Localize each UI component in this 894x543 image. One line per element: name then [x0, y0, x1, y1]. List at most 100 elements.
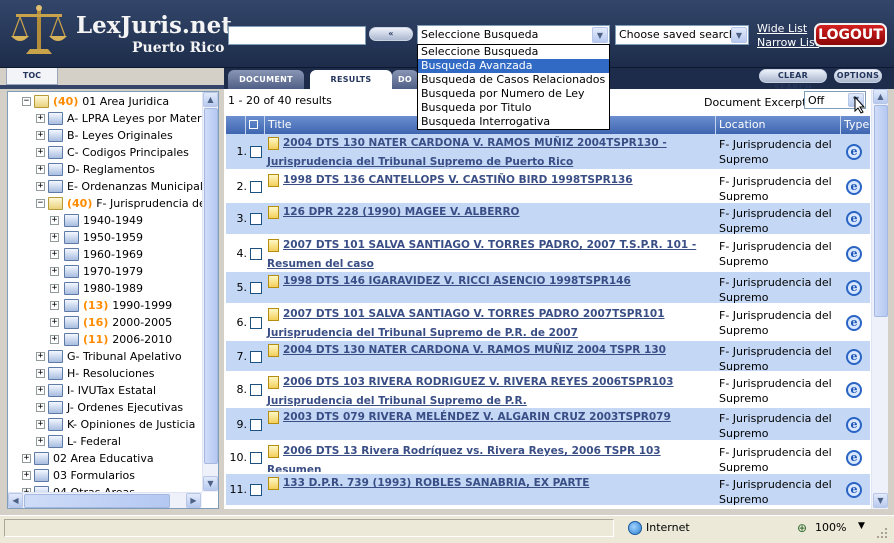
result-title-link[interactable]: 133 D.P.R. 739 (1993) ROBLES SANABRIA, E…: [267, 474, 715, 493]
row-checkbox[interactable]: [250, 282, 262, 294]
tree-item[interactable]: − (40) 01 Area Juridica: [8, 93, 202, 110]
expand-icon[interactable]: +: [22, 471, 31, 480]
tree-item[interactable]: + I- IVUTax Estatal: [8, 382, 202, 399]
tree-item[interactable]: + B- Leyes Originales: [8, 127, 202, 144]
result-title-link[interactable]: 1998 DTS 136 CANTELLOPS V. CASTIÑO BIRD …: [267, 171, 715, 190]
expand-icon[interactable]: +: [50, 335, 59, 344]
tab-results[interactable]: RESULTS: [310, 70, 392, 89]
result-title-text[interactable]: 2004 DTS 130 NATER CARDONA V. RAMOS MUÑI…: [267, 137, 667, 168]
row-checkbox[interactable]: [250, 451, 262, 464]
tab-more[interactable]: DO: [392, 70, 418, 89]
tab-document[interactable]: DOCUMENT: [228, 70, 304, 89]
web-document-icon[interactable]: e: [846, 245, 862, 262]
web-document-icon[interactable]: e: [846, 416, 862, 433]
dropdown-option[interactable]: Busqueda Interrogativa: [418, 115, 609, 129]
result-title-link[interactable]: 126 DPR 228 (1990) MAGEE V. ALBERRO: [267, 203, 715, 222]
collapse-icon[interactable]: −: [36, 199, 45, 208]
dropdown-option[interactable]: Busqueda por Titulo: [418, 101, 609, 115]
expand-icon[interactable]: +: [36, 420, 45, 429]
chevron-down-icon[interactable]: ▼: [858, 521, 865, 531]
result-title-text[interactable]: 2004 DTS 130 NATER CARDONA V. RAMOS MUÑI…: [283, 344, 666, 356]
expand-icon[interactable]: +: [50, 301, 59, 310]
row-checkbox[interactable]: [250, 213, 262, 225]
tree-item[interactable]: +04 Otras Areas: [8, 484, 202, 492]
type-cell[interactable]: e: [846, 144, 864, 162]
tree-item[interactable]: +1940-1949: [8, 212, 202, 229]
type-cell[interactable]: e: [846, 382, 864, 400]
web-document-icon[interactable]: e: [846, 178, 862, 195]
result-title-link[interactable]: 2004 DTS 130 NATER CARDONA V. RAMOS MUÑI…: [267, 134, 715, 169]
expand-icon[interactable]: +: [36, 131, 45, 140]
scroll-left-icon[interactable]: ◀: [8, 493, 23, 508]
result-title-text[interactable]: 2003 DTS 079 RIVERA MELÉNDEZ V. ALGARIN …: [283, 411, 671, 423]
result-title-text[interactable]: 2006 DTS 103 RIVERA RODRIGUEZ V. RIVERA …: [267, 376, 673, 406]
dropdown-option[interactable]: Busqueda por Numero de Ley: [418, 87, 609, 101]
expand-icon[interactable]: +: [36, 352, 45, 361]
narrow-list-link[interactable]: Narrow List: [757, 36, 819, 49]
zoom-level[interactable]: 100%: [815, 521, 846, 534]
row-checkbox[interactable]: [250, 180, 262, 193]
scroll-up-icon[interactable]: ▲: [873, 89, 888, 104]
options-button[interactable]: OPTIONS: [834, 69, 882, 83]
web-document-icon[interactable]: e: [846, 449, 862, 466]
tree-item[interactable]: + J- Ordenes Ejecutivas: [8, 399, 202, 416]
saved-search-select[interactable]: Choose saved search ▼: [615, 25, 749, 45]
tree-item[interactable]: +1970-1979: [8, 263, 202, 280]
tree-vertical-scrollbar[interactable]: ▲ ▼: [202, 92, 218, 492]
wide-list-link[interactable]: Wide List: [757, 22, 807, 35]
tree-item[interactable]: + A- LPRA Leyes por Materias: [8, 110, 202, 127]
type-cell[interactable]: e: [846, 178, 864, 197]
row-checkbox[interactable]: [250, 350, 262, 363]
tree-item[interactable]: +1980-1989: [8, 280, 202, 297]
expand-icon[interactable]: +: [36, 114, 45, 123]
type-cell[interactable]: e: [846, 416, 864, 435]
web-document-icon[interactable]: e: [846, 314, 862, 331]
expand-icon[interactable]: +: [50, 318, 59, 327]
result-title-text[interactable]: 133 D.P.R. 739 (1993) ROBLES SANABRIA, E…: [283, 477, 589, 489]
web-document-icon[interactable]: e: [846, 348, 862, 365]
type-cell[interactable]: e: [846, 449, 864, 468]
row-checkbox[interactable]: [250, 418, 262, 431]
results-vertical-scrollbar[interactable]: ▲ ▼: [871, 89, 888, 509]
tree-item[interactable]: + (11) 2006-2010: [8, 331, 202, 348]
tree-item[interactable]: + D- Reglamentos: [8, 161, 202, 178]
chevron-down-icon[interactable]: ▼: [731, 27, 747, 43]
expand-icon[interactable]: +: [22, 454, 31, 463]
scroll-thumb[interactable]: [24, 494, 170, 508]
resize-grip-icon[interactable]: [876, 527, 888, 539]
result-title-text[interactable]: 126 DPR 228 (1990) MAGEE V. ALBERRO: [283, 206, 519, 218]
tree-item[interactable]: + L- Federal: [8, 433, 202, 450]
tree-horizontal-scrollbar[interactable]: ◀ ▶: [8, 492, 202, 508]
tree-item[interactable]: +1960-1969: [8, 246, 202, 263]
result-title-link[interactable]: 2004 DTS 130 NATER CARDONA V. RAMOS MUÑI…: [267, 341, 715, 360]
result-title-link[interactable]: 2007 DTS 101 SALVA SANTIAGO V. TORRES PA…: [267, 305, 715, 339]
result-title-text[interactable]: 2006 DTS 13 Rivera Rodríquez vs. Rivera …: [267, 445, 661, 472]
expand-icon[interactable]: +: [36, 182, 45, 191]
type-cell[interactable]: e: [846, 482, 864, 500]
tree-item[interactable]: + (16) 2000-2005: [8, 314, 202, 331]
scroll-down-icon[interactable]: ▼: [873, 493, 888, 508]
expand-icon[interactable]: +: [36, 148, 45, 157]
tree-item[interactable]: + H- Resoluciones: [8, 365, 202, 382]
web-document-icon[interactable]: e: [846, 280, 862, 296]
scroll-thumb[interactable]: [204, 108, 218, 464]
type-cell[interactable]: e: [846, 314, 864, 333]
tree-item[interactable]: +03 Formularios: [8, 467, 202, 484]
result-title-link[interactable]: 1998 DTS 146 IGARAVIDEZ V. RICCI ASENCIO…: [267, 272, 715, 291]
row-checkbox[interactable]: [250, 384, 262, 396]
select-all-icon[interactable]: [246, 116, 265, 134]
row-checkbox[interactable]: [250, 484, 262, 496]
web-document-icon[interactable]: e: [846, 482, 862, 498]
tree-item[interactable]: + (13) 1990-1999: [8, 297, 202, 314]
logout-button[interactable]: LOGOUT: [814, 23, 887, 47]
web-document-icon[interactable]: e: [846, 211, 862, 227]
search-type-select[interactable]: Seleccione Busqueda ▼: [417, 25, 610, 45]
tab-toc[interactable]: TOC: [6, 68, 58, 85]
tree-item[interactable]: +1950-1959: [8, 229, 202, 246]
tree-item[interactable]: + C- Codigos Principales: [8, 144, 202, 161]
result-title-link[interactable]: 2007 DTS 101 SALVA SANTIAGO V. TORRES PA…: [267, 236, 715, 270]
row-checkbox[interactable]: [250, 316, 262, 329]
expand-icon[interactable]: +: [36, 369, 45, 378]
result-title-text[interactable]: 1998 DTS 146 IGARAVIDEZ V. RICCI ASENCIO…: [283, 275, 631, 287]
type-cell[interactable]: e: [846, 280, 864, 298]
